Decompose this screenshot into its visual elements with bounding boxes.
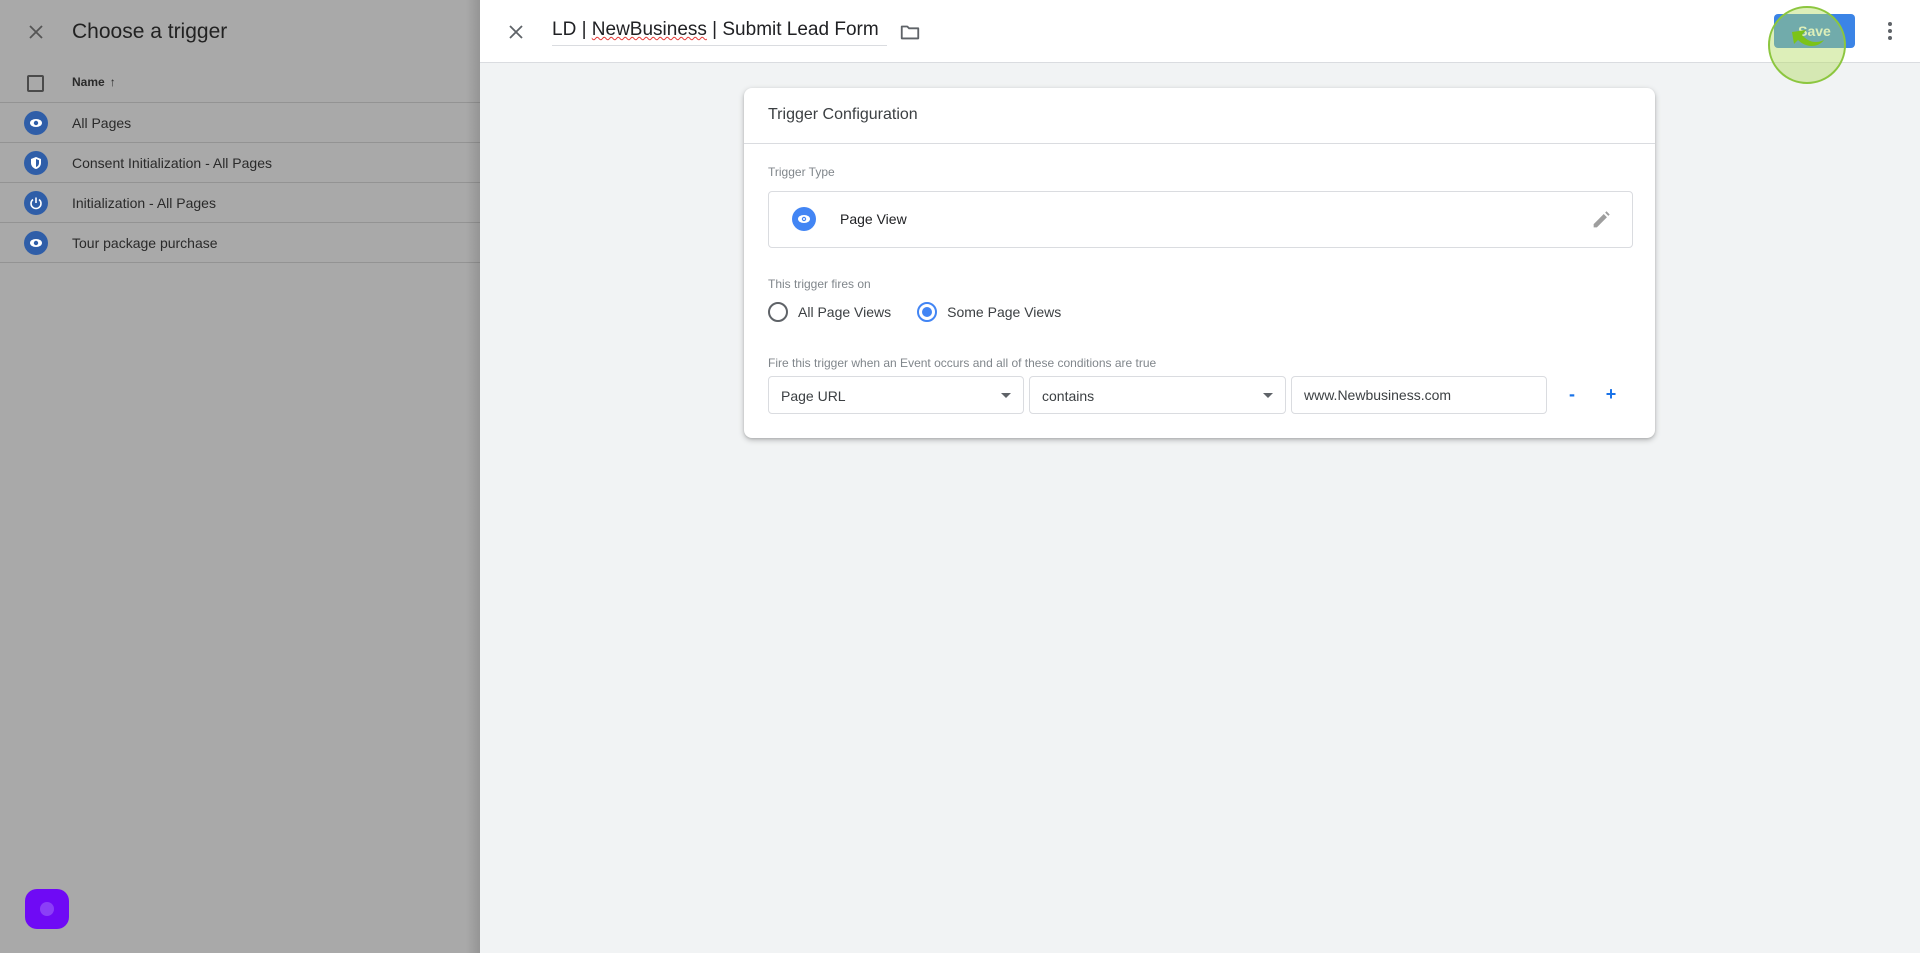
fires-on-label: This trigger fires on (768, 277, 871, 291)
select-all-checkbox[interactable] (27, 75, 44, 92)
close-editor-button[interactable] (504, 20, 528, 44)
trigger-editor-panel: LD | NewBusiness | Submit Lead Form Save… (480, 0, 1920, 953)
conditions-label: Fire this trigger when an Event occurs a… (768, 356, 1157, 370)
trigger-row-label: Initialization - All Pages (72, 195, 216, 211)
close-icon (29, 25, 43, 39)
add-condition-button[interactable]: + (1601, 384, 1621, 405)
power-icon (24, 191, 48, 215)
editor-header: LD | NewBusiness | Submit Lead Form Save (480, 0, 1920, 84)
eye-icon (792, 207, 816, 231)
card-title: Trigger Configuration (768, 106, 918, 123)
radio-label: Some Page Views (947, 304, 1062, 320)
eye-icon (24, 111, 48, 135)
trigger-row[interactable]: Consent Initialization - All Pages (0, 143, 480, 183)
trigger-name-part-misspelled: NewBusiness (591, 19, 707, 40)
radio-all-page-views[interactable]: All Page Views (768, 302, 891, 322)
folder-icon (900, 25, 920, 40)
radio-label: All Page Views (798, 304, 892, 320)
save-button[interactable]: Save (1774, 14, 1855, 48)
folder-button[interactable] (899, 21, 921, 43)
trigger-name-part: | Submit Lead Form (706, 19, 879, 40)
close-sheet-button[interactable] (24, 20, 48, 44)
more-options-button[interactable] (1878, 19, 1902, 43)
trigger-type-selector[interactable]: Page View (768, 191, 1633, 248)
radio-some-page-views[interactable]: Some Page Views (917, 302, 1061, 322)
sheet-title: Choose a trigger (72, 20, 228, 43)
trigger-row-label: Consent Initialization - All Pages (72, 155, 272, 171)
more-vert-dot (1888, 29, 1892, 33)
sort-arrow-up-icon: ↑ (109, 75, 116, 89)
eye-icon (24, 231, 48, 255)
shield-icon (24, 151, 48, 175)
trigger-row[interactable]: Initialization - All Pages (0, 183, 480, 223)
trigger-list: All Pages Consent Initialization - All P… (0, 103, 480, 263)
radio-checked-icon (917, 302, 938, 322)
name-column-label: Name (72, 75, 105, 89)
more-vert-dot (1888, 36, 1892, 40)
list-header-row: Name ↑ (0, 63, 480, 103)
variable-select-value: Page URL (781, 388, 846, 404)
pencil-icon (1593, 211, 1610, 228)
card-divider (744, 143, 1655, 144)
variable-select[interactable]: Page URL (768, 376, 1024, 414)
remove-condition-button[interactable]: - (1562, 384, 1582, 405)
operator-select[interactable]: contains (1029, 376, 1286, 414)
fires-on-radio-group: All Page Views Some Page Views (768, 302, 1087, 322)
trigger-configuration-card: Trigger Configuration Trigger Type Page … (744, 88, 1655, 438)
trigger-row[interactable]: Tour package purchase (0, 223, 480, 263)
trigger-name-input[interactable]: LD | NewBusiness | Submit Lead Form (552, 19, 887, 46)
trigger-type-value: Page View (840, 211, 907, 227)
assistant-dot-icon (40, 902, 54, 916)
condition-value-input[interactable] (1291, 376, 1547, 414)
more-vert-icon (1888, 22, 1892, 26)
trigger-row-label: All Pages (72, 115, 132, 131)
name-column-header[interactable]: Name ↑ (72, 75, 116, 89)
assistant-fab-button[interactable] (25, 889, 69, 929)
trigger-row-label: Tour package purchase (72, 235, 218, 251)
trigger-row[interactable]: All Pages (0, 103, 480, 143)
radio-unchecked-icon (768, 302, 788, 322)
trigger-name-part: LD | (552, 19, 592, 40)
edit-trigger-type-button[interactable] (1590, 209, 1612, 231)
trigger-type-label: Trigger Type (768, 165, 835, 179)
close-icon (509, 25, 523, 39)
choose-trigger-sheet: Choose a trigger Name ↑ All Pages Consent… (0, 0, 480, 953)
dropdown-arrow-icon (1263, 393, 1273, 398)
operator-select-value: contains (1042, 388, 1095, 404)
dropdown-arrow-icon (1001, 393, 1011, 398)
